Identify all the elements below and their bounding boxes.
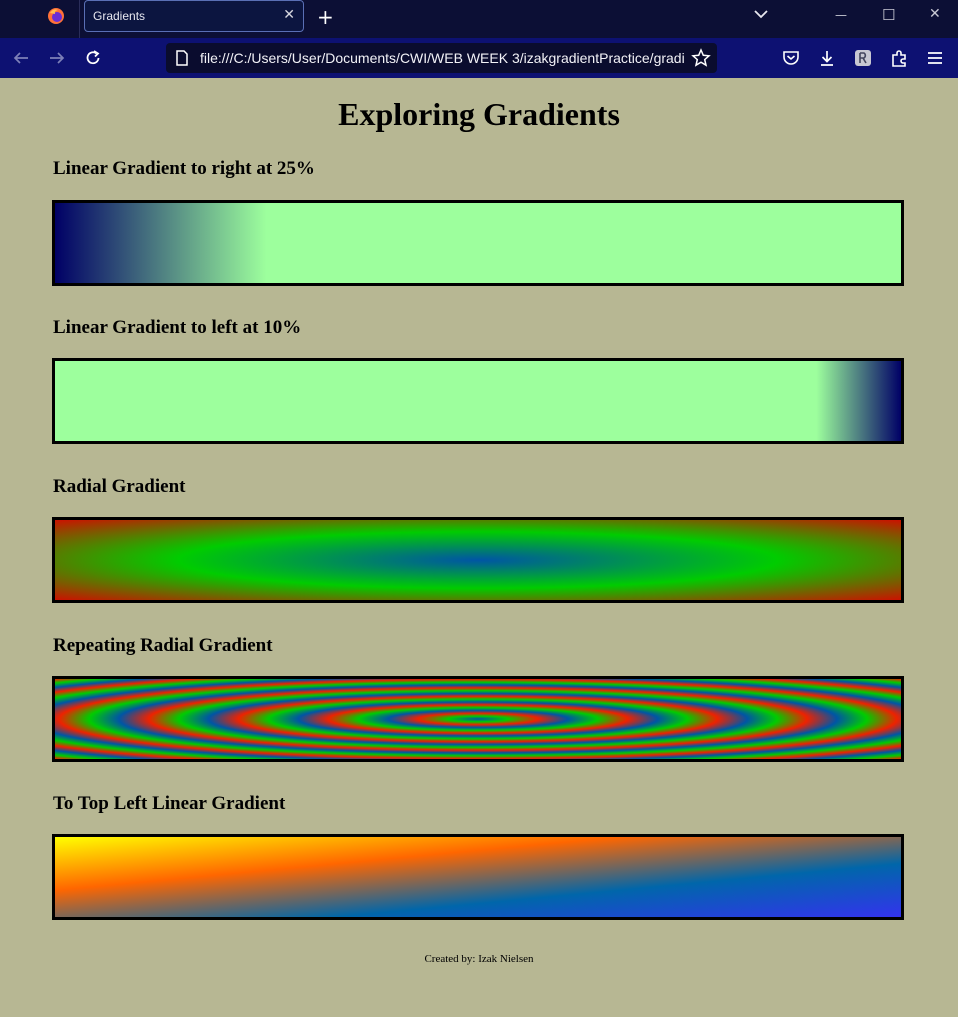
chevron-down-icon[interactable]: [753, 6, 769, 22]
tab-bar: Gradients ✕ + — ☐ ✕: [0, 0, 958, 38]
radial-gradient-box: [52, 517, 904, 603]
linear-gradient-right-box: [52, 200, 904, 286]
new-tab-button[interactable]: +: [317, 5, 334, 29]
heading-repeating-radial: Repeating Radial Gradient: [53, 635, 273, 656]
downloads-icon[interactable]: [817, 48, 837, 68]
reload-icon[interactable]: [83, 48, 103, 68]
maximize-button[interactable]: ☐: [882, 6, 895, 24]
heading-linear-right: Linear Gradient to right at 25%: [53, 158, 315, 179]
extension-icon[interactable]: [853, 48, 873, 68]
pocket-icon[interactable]: [781, 48, 801, 68]
back-arrow-icon[interactable]: [11, 48, 31, 68]
url-text[interactable]: file:///C:/Users/User/Documents/CWI/WEB …: [200, 50, 684, 66]
close-window-button[interactable]: ✕: [929, 6, 941, 22]
footer-credit: Created by: Izak Nielsen: [424, 953, 534, 965]
minimize-button[interactable]: —: [835, 8, 847, 22]
firefox-logo-icon[interactable]: [47, 7, 65, 25]
navigation-bar: file:///C:/Users/User/Documents/CWI/WEB …: [0, 38, 958, 78]
heading-radial: Radial Gradient: [53, 476, 186, 497]
page-icon: [176, 50, 188, 66]
top-left-linear-gradient-box: [52, 834, 904, 920]
linear-gradient-left-box: [52, 358, 904, 444]
tab-title: Gradients: [93, 9, 146, 23]
forward-arrow-icon[interactable]: [47, 48, 67, 68]
url-bar[interactable]: file:///C:/Users/User/Documents/CWI/WEB …: [166, 43, 717, 73]
menu-icon[interactable]: [925, 48, 945, 68]
heading-top-left-linear: To Top Left Linear Gradient: [53, 793, 286, 814]
repeating-radial-gradient-box: [52, 676, 904, 762]
heading-linear-left: Linear Gradient to left at 10%: [53, 317, 302, 338]
page-title: Exploring Gradients: [338, 96, 620, 132]
bookmark-star-icon[interactable]: [691, 48, 711, 68]
tab-close-icon[interactable]: ✕: [283, 7, 295, 23]
browser-tab[interactable]: Gradients ✕: [84, 0, 304, 32]
puzzle-extensions-icon[interactable]: [889, 48, 909, 68]
tab-separator: [79, 0, 80, 38]
